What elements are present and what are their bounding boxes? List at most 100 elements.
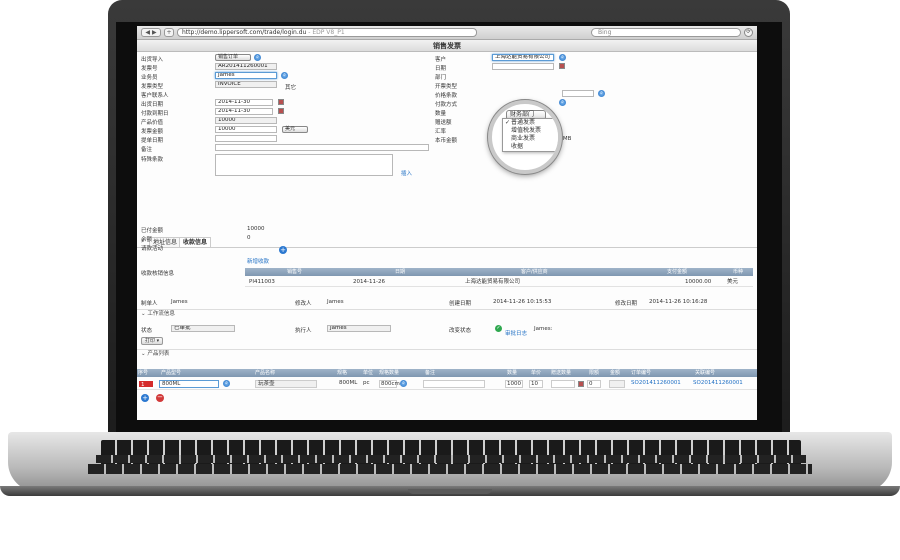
source-import-select[interactable]: 销售订单 (215, 54, 251, 61)
products-section-header[interactable]: ⌄ 产品列表 (137, 349, 757, 358)
search-icon[interactable]: ⌕ (254, 54, 261, 61)
exchange-rate-label: 汇率 (435, 129, 447, 135)
calendar-icon[interactable] (578, 381, 584, 387)
add-row-icon[interactable]: + (141, 394, 149, 402)
laptop-notch (408, 489, 492, 494)
column-header: 销售号 (287, 269, 303, 275)
search-icon[interactable]: ⌕ (281, 72, 288, 79)
search-icon[interactable]: ⌕ (559, 54, 566, 61)
column-header: 限额 (589, 370, 600, 376)
qty-field[interactable]: 1000 (505, 380, 523, 388)
invoice-amount-field[interactable]: 10000 (215, 126, 277, 133)
insert-link[interactable]: 插入 (401, 169, 412, 177)
pay-method-label: 付款方式 (435, 102, 458, 108)
cell-spec: 800ML (339, 380, 358, 386)
customer-field[interactable]: 上海达能贸易有限公司 (492, 54, 554, 61)
remark-field[interactable] (423, 380, 485, 388)
quantity-label: 数量 (435, 111, 447, 117)
calendar-icon[interactable] (278, 108, 284, 114)
table-row[interactable]: 1 800ML ⌕ 玩茶壶 800ML pc 800cm ⌕ 1000 10 0… (137, 379, 757, 390)
search-icon[interactable]: ⌕ (598, 90, 605, 97)
modified-date-value: 2014-11-26 10:16:28 (649, 299, 708, 305)
modifier-label: 修改人 (295, 301, 312, 307)
search-icon[interactable]: ⌕ (400, 380, 407, 387)
dropdown-option[interactable]: ✓ 普通发票 (503, 119, 558, 127)
paid-label: 已付金额 (141, 228, 164, 234)
special-terms-field[interactable] (215, 154, 393, 176)
cell-unit: pc (363, 380, 370, 386)
pay-due-label: 付款到期日 (141, 111, 169, 117)
search-icon[interactable]: ⌕ (559, 99, 566, 106)
dropdown-option[interactable]: 商业发票 (503, 135, 558, 143)
keyboard-row (96, 455, 806, 463)
status-field[interactable]: 已审批 (171, 325, 235, 332)
ship-date-field[interactable]: 2014-11-30 (215, 99, 273, 106)
calendar-icon[interactable] (559, 63, 565, 69)
remark-label: 备注 (141, 147, 153, 153)
price-terms-label: 价格条款 (435, 93, 458, 99)
search-input[interactable]: Bing (591, 28, 741, 37)
salesperson-field[interactable]: James (215, 72, 277, 79)
new-receipt-link[interactable]: 新增收款 (247, 257, 269, 265)
gift-label: 赠送额 (435, 120, 452, 126)
product-value-field[interactable]: 10000 (215, 117, 277, 124)
creator-label: 制单人 (141, 301, 158, 307)
spec-qty-field[interactable]: 800cm (379, 380, 400, 388)
dropdown-option[interactable]: 增值税发票 (503, 127, 558, 135)
invoice-type-note: 其它 (285, 85, 297, 91)
column-header: 规格数量 (379, 370, 400, 376)
invoice-no-field[interactable]: AR201411260001 (215, 63, 277, 70)
currency-select[interactable]: 美元 (282, 126, 308, 133)
print-button[interactable]: 打印 ▾ (141, 337, 164, 345)
executor-field[interactable]: James (327, 325, 391, 332)
pay-due-field[interactable]: 2014-11-30 (215, 108, 273, 115)
local-amount-label: 本币金额 (435, 138, 458, 144)
browser-toolbar: ◀ ▶ + http://demo.lippersoft.com/trade/l… (137, 26, 757, 40)
back-forward-buttons[interactable]: ◀ ▶ (141, 28, 161, 37)
amount-field[interactable] (609, 380, 625, 388)
column-header: 支付金额 (667, 269, 688, 275)
workflow-section-header[interactable]: ⌄ 工作流信息 (137, 309, 757, 318)
search-icon[interactable]: ⌕ (223, 380, 230, 387)
keyboard-row (88, 464, 812, 474)
column-header: 数量 (507, 370, 518, 376)
invoice-type-field[interactable]: INVOICE (215, 81, 277, 88)
workflow-section-label: 工作流信息 (147, 311, 175, 317)
table-row[interactable]: PI411003 2014-11-26 上海达能贸易有限公司 10000.00 … (245, 278, 753, 287)
invoice-type-label: 发票类型 (141, 84, 164, 90)
calendar-icon[interactable] (278, 99, 284, 105)
model-field[interactable]: 800ML (159, 380, 219, 388)
print-button-label: 打印 (145, 338, 156, 344)
address-bar[interactable]: http://demo.lippersoft.com/trade/login.d… (177, 28, 477, 37)
gift-field[interactable] (551, 380, 575, 388)
column-header: 备注 (425, 370, 436, 376)
dropdown-option[interactable]: 收据 (503, 143, 558, 151)
price-terms-field[interactable] (562, 90, 594, 97)
cell-no: PI411003 (249, 279, 275, 285)
column-header: 日期 (395, 269, 406, 275)
column-header: 金额 (610, 370, 621, 376)
remove-row-icon[interactable]: − (156, 394, 164, 402)
detail-label: 收款核销信息 (141, 271, 175, 277)
column-header: 关联编号 (695, 370, 716, 376)
price-field[interactable]: 10 (529, 380, 543, 388)
reload-icon[interactable]: ⟳ (744, 28, 753, 37)
audit-user: James: (534, 326, 553, 332)
option-label: 收据 (511, 143, 524, 150)
add-bookmark-button[interactable]: + (164, 28, 174, 37)
invoice-form: 出货导入 销售订单 ⌕ 发票号 AR201411260001 业务员 James… (137, 52, 757, 252)
bill-date-field[interactable] (215, 135, 277, 142)
products-section-label: 产品列表 (147, 351, 170, 357)
ref-no-link[interactable]: SO201411260001 (693, 379, 743, 388)
invoice-amount-label: 发票金额 (141, 129, 164, 135)
add-receipt-icon[interactable]: + (279, 246, 287, 254)
gift-qty-field[interactable]: 0 (587, 380, 601, 388)
order-no-link[interactable]: SO201411260001 (631, 379, 681, 388)
column-header: 赠送数量 (551, 370, 572, 376)
customer-label: 客户 (435, 57, 447, 63)
audit-log-link[interactable]: 审批日志 (505, 329, 527, 337)
column-header: 产品型号 (161, 370, 182, 376)
date-field[interactable] (492, 63, 554, 70)
remark-field[interactable] (215, 144, 429, 151)
product-name-field[interactable]: 玩茶壶 (255, 380, 317, 388)
